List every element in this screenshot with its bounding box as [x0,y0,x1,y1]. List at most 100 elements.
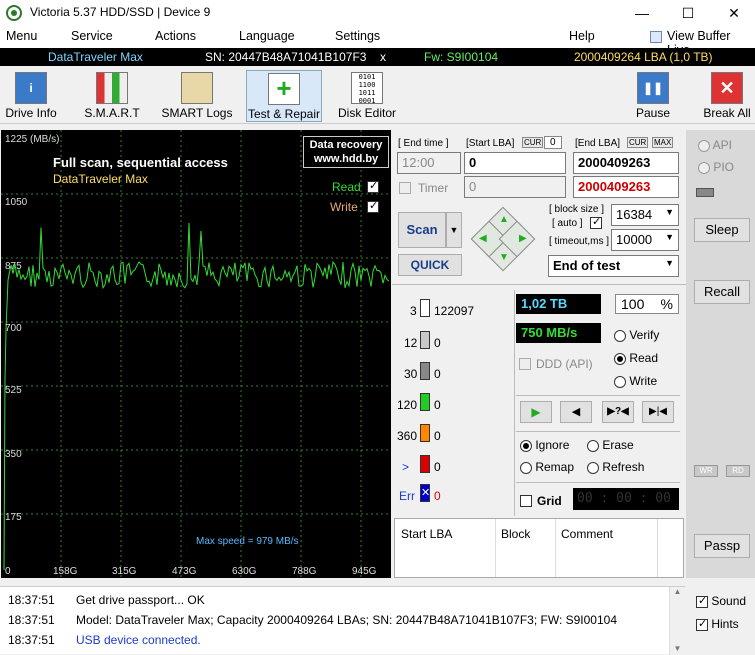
refresh-radio[interactable]: Refresh [587,460,644,474]
count-label-3: 3 [410,304,417,318]
timer-label: Timer [418,181,449,195]
menu-bar: Menu Service Actions Language Settings H… [0,26,755,57]
view-buffer-icon [650,31,662,43]
read-radio[interactable]: Read [614,351,658,365]
direction-pad[interactable]: ▲ ▼ ◀ ▶ [470,206,536,272]
auto-checkbox[interactable]: ✓ [590,216,602,229]
block-counts: 3 122097 12 0 30 0 120 0 360 0 > 0 Err ✕… [392,290,514,510]
count-label-360: 360 [397,429,418,443]
timer-input[interactable]: 0 [464,176,566,198]
log-scrollbar[interactable]: ▲ ▼ [669,587,685,655]
scan-dropdown[interactable]: ▼ [446,212,462,248]
back-button[interactable]: ◀ [560,401,592,423]
count-bar-30 [420,362,430,380]
title-bar: Victoria 5.37 HDD/SSD | Device 9 — ☐ ✕ [0,0,755,26]
auto-label: [ auto ] [552,218,583,229]
start-cur-button[interactable]: CUR [522,137,544,148]
count-bar-120 [420,393,430,411]
count-bar-gt [420,455,430,473]
start-zero-button[interactable]: 0 [544,136,562,149]
grid-timer: 00 : 00 : 00 [573,488,679,510]
minimize-button[interactable]: — [619,0,665,26]
count-value-360: 0 [434,429,441,443]
erase-radio[interactable]: Erase [587,438,634,452]
recall-button[interactable]: Recall [694,280,750,304]
close-red-icon: ✕ [711,72,743,104]
timer-checkbox[interactable] [399,182,411,194]
end-lba-input[interactable]: 2000409263 [573,152,679,174]
wr-indicator: WR [694,465,718,477]
passp-button[interactable]: Passp [694,534,750,558]
pause-button[interactable]: ❚❚ Pause [630,70,676,122]
smart-button[interactable]: S.M.A.R.T [82,70,142,122]
drive-info-button[interactable]: i Drive Info [2,70,60,122]
max-speed-label: Max speed = 979 MB/s [196,536,299,547]
smart-logs-button[interactable]: SMART Logs [160,70,234,122]
right-panel: API PIO Sleep Recall WR RD Passp [686,130,755,578]
y-tick: 700 [5,323,22,334]
x-tick: 945G [352,566,377,577]
count-label-12: 12 [404,336,418,350]
menu-menu[interactable]: Menu [6,29,37,43]
end-button[interactable]: ▶|◀ [642,401,674,423]
menu-help[interactable]: Help [569,29,595,43]
graph-title: Full scan, sequential access [53,155,228,170]
device-name: DataTraveler Max [48,50,143,64]
block-size-select[interactable]: 16384 ▼ [611,204,679,226]
log-line: 18:37:51 Model: DataTraveler Max; Capacit… [8,613,617,627]
end-max-button[interactable]: MAX [652,137,674,148]
sleep-button[interactable]: Sleep [694,218,750,242]
end-time-input[interactable]: 12:00 [397,152,461,174]
x-tick: 630G [232,566,257,577]
timeout-select[interactable]: 10000 ▼ [611,229,679,251]
close-device-button[interactable]: x [380,50,386,64]
grid-checkbox[interactable] [520,495,532,507]
verify-radio[interactable]: Verify [614,328,659,342]
break-all-button[interactable]: ✕ Break All [700,70,754,122]
plus-icon: + [268,73,300,105]
api-radio[interactable]: API [698,138,732,152]
menu-actions[interactable]: Actions [155,29,196,43]
progress-percent: 100% [615,294,679,314]
data-recovery-banner: Data recovery www.hdd.by [303,136,389,168]
play-button[interactable]: ▶ [520,401,552,423]
y-tick: 350 [5,449,22,460]
ddd-api-checkbox[interactable] [519,358,531,370]
menu-service[interactable]: Service [71,29,113,43]
count-value-120: 0 [434,398,441,412]
x-tick: 788G [292,566,317,577]
disk-editor-button[interactable]: 0101 1100 1011 0001 Disk Editor [334,70,400,122]
skip-unknown-button[interactable]: ▶?◀ [602,401,634,423]
col-start-lba: Start LBA [401,527,453,541]
maximize-button[interactable]: ☐ [665,0,711,26]
write-radio[interactable]: Write [614,374,657,388]
scanned-size: 1,02 TB [516,294,601,314]
menu-language[interactable]: Language [239,29,295,43]
pio-radio[interactable]: PIO [698,160,734,174]
read-checkbox[interactable]: ✓ [367,180,379,193]
remap-radio[interactable]: Remap [520,460,574,474]
logs-icon [181,72,213,104]
log-line: 18:37:51 Get drive passport... OK [8,593,205,607]
quick-button[interactable]: QUICK [398,254,462,276]
window-title: Victoria 5.37 HDD/SSD | Device 9 [30,5,211,19]
write-checkbox[interactable]: ✓ [367,200,379,213]
y-tick: 525 [5,385,22,396]
hints-checkbox[interactable]: ✓ Hints [696,617,739,631]
count-value-30: 0 [434,367,441,381]
start-lba-input[interactable]: 0 [464,152,566,174]
end-of-test-select[interactable]: End of test ▼ [548,255,679,277]
test-repair-button[interactable]: + Test & Repair [246,70,322,122]
count-label-err: Err [399,489,415,503]
menu-settings[interactable]: Settings [335,29,380,43]
speed-graph: 1225 (MB/s) 1050 875 700 525 350 175 0 1… [1,130,391,578]
read-speed-trace [3,222,390,571]
test-control-panel: [ End time ] [Start LBA] CUR 0 [End LBA]… [392,130,686,578]
close-button[interactable]: ✕ [711,0,755,26]
end-cur-button[interactable]: CUR [627,137,649,148]
sound-checkbox[interactable]: ✓ Sound [696,594,746,608]
scan-button[interactable]: Scan [398,212,446,248]
ignore-radio[interactable]: Ignore [520,438,569,452]
graph-canvas [1,130,391,578]
y-tick: 0 [5,566,11,577]
